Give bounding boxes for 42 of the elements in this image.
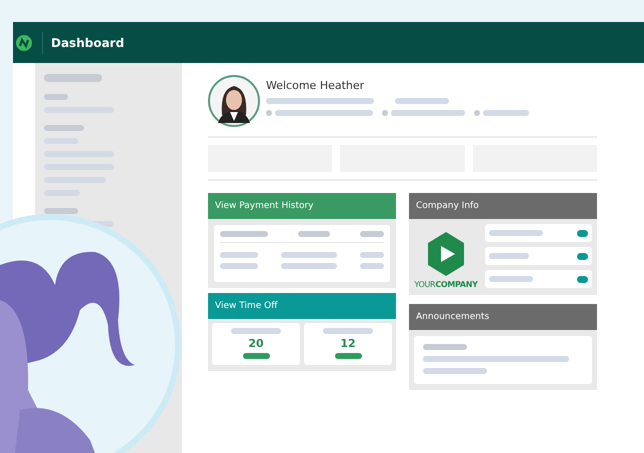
placeholder-bar	[242, 353, 270, 359]
placeholder-bar	[44, 74, 102, 82]
placeholder-bar	[360, 231, 384, 237]
placeholder-dot	[474, 110, 480, 116]
placeholder-bar	[423, 368, 487, 374]
logo-icon	[16, 34, 32, 50]
placeholder-bar	[334, 353, 362, 359]
placeholder-bar	[281, 252, 337, 258]
count-value: 20	[248, 337, 264, 350]
play-logo-icon	[428, 232, 464, 276]
placeholder-dot	[266, 110, 272, 116]
placeholder-bar	[298, 231, 330, 237]
card-header[interactable]: View Payment History	[208, 193, 396, 219]
placeholder-bar	[360, 252, 384, 258]
card-title: View Time Off	[215, 301, 278, 311]
card-header[interactable]: Company Info	[409, 193, 597, 219]
card-header[interactable]: View Time Off	[208, 293, 396, 319]
placeholder-bar	[483, 110, 529, 116]
placeholder-bar	[323, 328, 373, 334]
placeholder-bar	[281, 263, 337, 269]
card-header[interactable]: Announcements	[409, 304, 597, 330]
card-title: Company Info	[416, 201, 479, 211]
page-title: Dashboard	[51, 36, 124, 50]
placeholder-bar	[220, 263, 258, 269]
card-title: Announcements	[416, 312, 490, 322]
toggle-icon	[577, 252, 588, 260]
company-logo-text: YOURCOMPANY	[414, 280, 478, 289]
placeholder-bar	[220, 252, 258, 258]
toggle-icon	[577, 276, 588, 282]
placeholder-bar	[423, 344, 467, 350]
placeholder-bar	[231, 328, 281, 334]
placeholder-dot	[382, 110, 388, 116]
placeholder-bar	[360, 263, 384, 269]
placeholder-bar	[220, 231, 268, 237]
placeholder-bar	[395, 98, 449, 104]
placeholder-bar	[44, 94, 68, 100]
toggle-icon	[577, 230, 588, 236]
count-value: 12	[340, 337, 356, 350]
placeholder-bar	[44, 208, 78, 214]
card-title: View Payment History	[215, 201, 314, 211]
placeholder-bar	[44, 125, 84, 131]
welcome-heading: Welcome Heather	[266, 79, 366, 92]
